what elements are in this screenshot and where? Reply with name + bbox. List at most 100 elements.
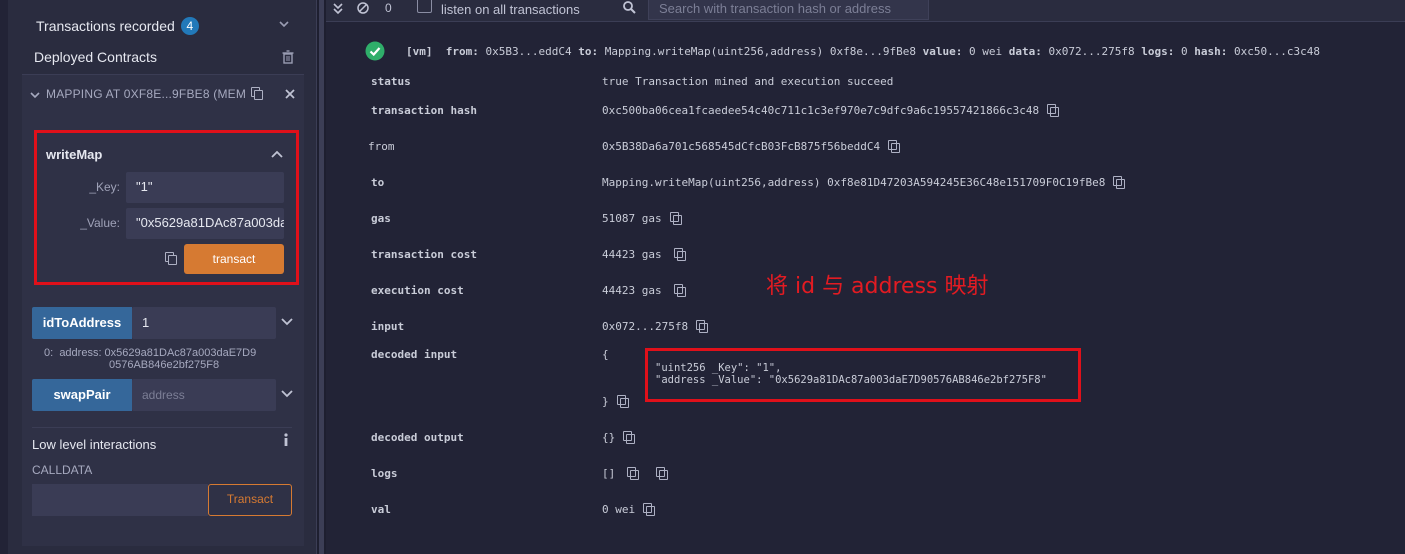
chevron-down-icon[interactable] xyxy=(30,91,40,99)
idtoaddress-result: 0: address: 0x5629a81DAc87a003daE7D9 057… xyxy=(44,347,256,371)
summary-value-label: value: xyxy=(922,45,963,58)
tx-cost-key: transaction cost xyxy=(371,248,477,261)
copy-icon[interactable] xyxy=(643,503,656,516)
writemap-title: writeMap xyxy=(46,147,103,162)
search-icon xyxy=(623,1,636,14)
decoded-value-line: "address _Value": "0x5629a81DAc87a003daE… xyxy=(655,374,1047,386)
clear-icon[interactable] xyxy=(357,2,369,14)
decoded-output-row: {} xyxy=(602,431,636,444)
gas-key: gas xyxy=(371,212,391,225)
chevron-up-icon[interactable] xyxy=(271,150,283,158)
summary-to-label: to: xyxy=(578,45,599,58)
vm-tag: [vm] xyxy=(406,45,433,58)
summary-from: 0x5B3...eddC4 xyxy=(485,45,572,58)
tx-summary-line[interactable]: [vm] from: 0x5B3...eddC4 to: Mapping.wri… xyxy=(406,45,1320,58)
summary-data-label: data: xyxy=(1008,45,1042,58)
value-input[interactable]: "0x5629a81DAc87a003daE7D90576AB846e2bf27… xyxy=(126,208,284,239)
decoded-input-key: decoded input xyxy=(371,348,458,361)
left-edge-strip xyxy=(0,0,8,554)
copy-icon[interactable] xyxy=(627,467,640,480)
left-scrollbar[interactable] xyxy=(316,0,326,554)
val-row: 0 wei xyxy=(602,503,656,516)
copy-calldata-icon[interactable] xyxy=(165,252,177,265)
to-value: Mapping.writeMap(uint256,address) 0xf8e8… xyxy=(602,176,1106,189)
listen-checkbox[interactable] xyxy=(417,0,432,13)
chevron-down-icon[interactable] xyxy=(281,318,293,326)
tx-cost-row: 44423 gas xyxy=(602,248,686,261)
search-input[interactable]: Search with transaction hash or address xyxy=(648,0,929,20)
copy-address-icon[interactable] xyxy=(251,87,263,100)
calldata-transact-button[interactable]: Transact xyxy=(208,484,292,516)
idtoaddress-input[interactable]: 1 xyxy=(132,307,276,339)
gas-value: 51087 gas xyxy=(602,212,662,225)
swappair-button[interactable]: swapPair xyxy=(32,379,132,411)
copy-icon[interactable] xyxy=(696,320,709,333)
decoded-input-close-row: } xyxy=(602,395,629,408)
to-key: to xyxy=(371,176,385,189)
exec-cost-key: execution cost xyxy=(371,284,464,297)
exec-cost-value: 44423 gas xyxy=(602,284,662,297)
copy-icon[interactable] xyxy=(616,395,629,408)
copy-icon[interactable] xyxy=(888,140,901,153)
decoded-input-body: "uint256 _Key": "1", "address _Value": "… xyxy=(655,362,1047,386)
tx-hash-key: transaction hash xyxy=(371,104,477,117)
copy-icon[interactable] xyxy=(1113,176,1126,189)
summary-to: Mapping.writeMap(uint256,address) 0xf8e.… xyxy=(604,45,916,58)
input-value: 0x072...275f8 xyxy=(602,320,689,333)
listen-label: listen on all transactions xyxy=(441,2,580,17)
double-chevron-down-icon[interactable] xyxy=(333,3,343,15)
from-key: from xyxy=(368,140,395,153)
info-icon[interactable] xyxy=(282,433,290,447)
decoded-input-close: } xyxy=(602,395,609,408)
summary-hash-label: hash: xyxy=(1194,45,1228,58)
key-input[interactable]: "1" xyxy=(126,172,284,203)
deployed-contracts-label: Deployed Contracts xyxy=(34,49,157,65)
copy-icon[interactable] xyxy=(656,467,669,480)
transactions-count-badge: 4 xyxy=(180,17,199,35)
transact-button[interactable]: transact xyxy=(184,244,284,274)
decoded-output-value: {} xyxy=(602,431,616,444)
success-check-icon xyxy=(365,41,385,61)
calldata-input[interactable] xyxy=(32,484,208,516)
copy-icon[interactable] xyxy=(673,284,686,297)
pending-count: 0 xyxy=(385,1,392,15)
decoded-key-line: "uint256 _Key": "1", xyxy=(655,362,782,374)
tx-cost-value: 44423 gas xyxy=(602,248,662,261)
input-key: input xyxy=(371,320,405,333)
calldata-label: CALLDATA xyxy=(32,463,93,477)
key-label: _Key: xyxy=(89,180,120,194)
to-row: Mapping.writeMap(uint256,address) 0xf8e8… xyxy=(602,176,1126,189)
copy-icon[interactable] xyxy=(673,248,686,261)
summary-hash: 0xc50...c3c48 xyxy=(1233,45,1321,58)
transactions-recorded-label: Transactions recorded xyxy=(36,18,175,34)
val-value: 0 wei xyxy=(602,503,636,516)
chevron-down-icon[interactable] xyxy=(281,390,293,398)
tx-hash-value: 0xc500ba06cea1fcaedee54c40c711c1c3ef970e… xyxy=(602,104,1040,117)
decoded-output-key: decoded output xyxy=(371,431,464,444)
chevron-down-icon[interactable] xyxy=(279,20,289,28)
decoded-input-open: { xyxy=(602,348,609,361)
transactions-recorded-row[interactable]: Transactions recorded 4 xyxy=(36,17,199,35)
summary-logs: 0 xyxy=(1180,45,1188,58)
copy-icon[interactable] xyxy=(1047,104,1060,117)
result-line1: address: 0x5629a81DAc87a003daE7D9 xyxy=(59,347,257,359)
logs-value: [] xyxy=(602,467,616,480)
value-label: _Value: xyxy=(80,216,120,230)
swappair-input[interactable]: address xyxy=(132,379,276,411)
tx-hash-row: 0xc500ba06cea1fcaedee54c40c711c1c3ef970e… xyxy=(602,104,1060,117)
close-icon[interactable] xyxy=(285,89,295,99)
copy-icon[interactable] xyxy=(623,431,636,444)
idtoaddress-button[interactable]: idToAddress xyxy=(32,307,132,339)
annotation-text: 将 id 与 address 映射 xyxy=(766,274,989,299)
from-value: 0x5B38Da6a701c568545dCfcB03FcB875f56bedd… xyxy=(602,140,881,153)
summary-from-label: from: xyxy=(445,45,479,58)
status-value: true Transaction mined and execution suc… xyxy=(602,75,894,88)
divider xyxy=(32,427,292,428)
input-row: 0x072...275f8 xyxy=(602,320,709,333)
result-index: 0: xyxy=(44,347,54,359)
logs-key: logs xyxy=(371,467,398,480)
status-key: status xyxy=(371,75,411,88)
gas-row: 51087 gas xyxy=(602,212,682,225)
copy-icon[interactable] xyxy=(669,212,682,225)
trash-icon[interactable] xyxy=(282,50,294,64)
